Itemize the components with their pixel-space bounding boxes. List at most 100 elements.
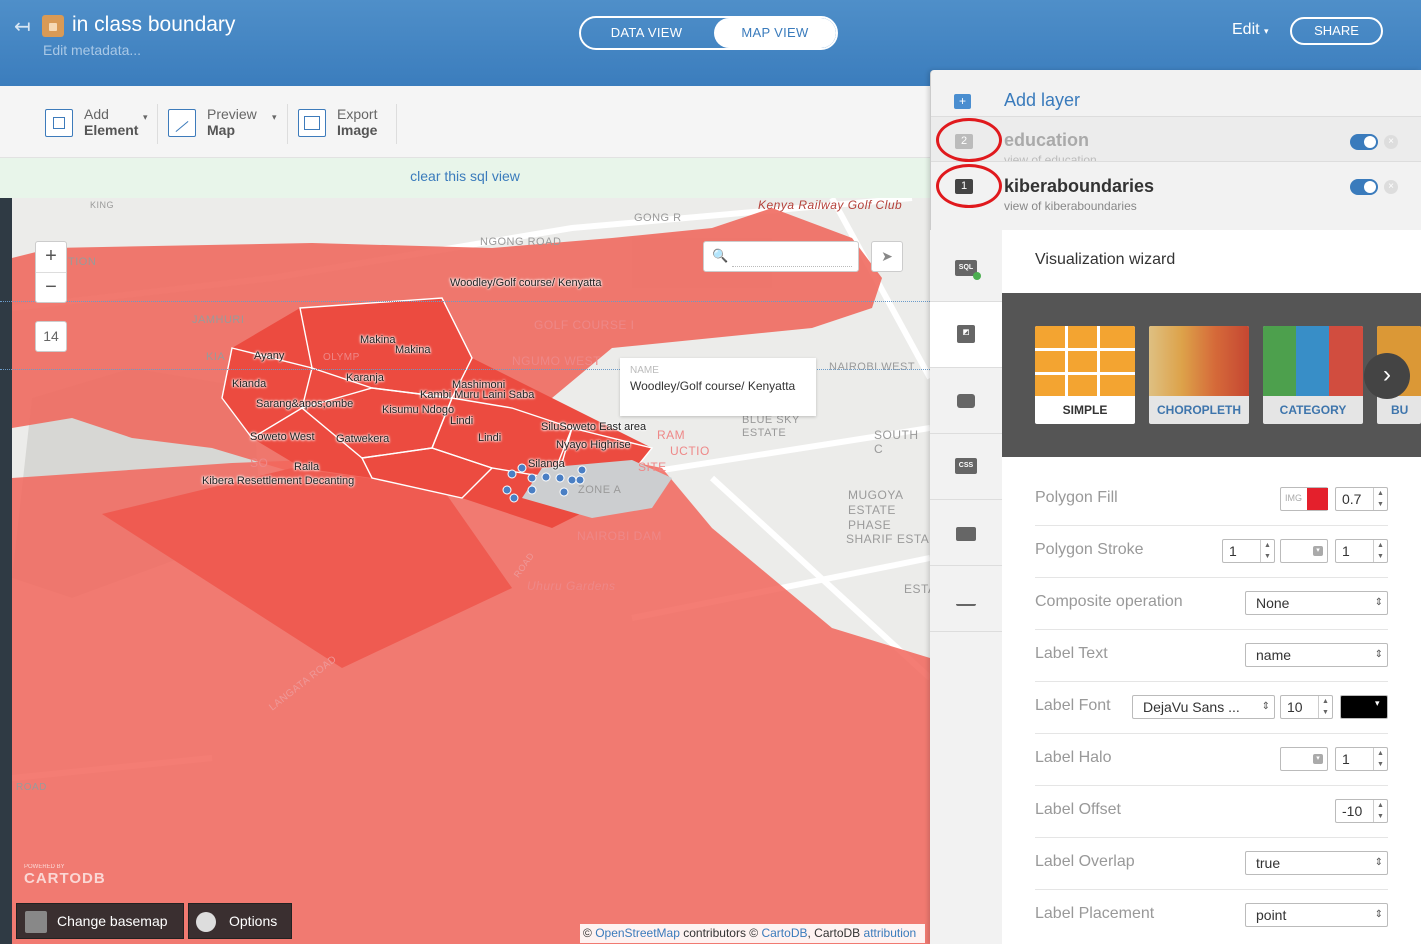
simple-type-label: SIMPLE — [1062, 403, 1108, 417]
clear-sql-view-link[interactable]: clear this sql view — [410, 168, 520, 184]
stepper-icon[interactable]: ▲ ▼ — [1373, 748, 1387, 770]
filter-tab[interactable] — [930, 566, 1002, 632]
label-placement-select[interactable]: point — [1245, 903, 1388, 927]
change-basemap-label: Change basemap — [57, 913, 168, 929]
category-type-card[interactable]: CATEGORY — [1263, 326, 1363, 424]
row-label: Label Halo — [1035, 749, 1112, 766]
sql-tab[interactable]: SQL — [930, 236, 1002, 302]
stroke-opacity-input[interactable]: 1 ▲ ▼ — [1335, 539, 1388, 563]
village-label: Karanja — [346, 372, 384, 384]
polygon-fill-opacity-input[interactable]: 0.7 ▲ ▼ — [1335, 487, 1388, 511]
chevron-down-icon: ▾ — [1313, 754, 1323, 764]
legend-tab[interactable] — [930, 500, 1002, 566]
halo-size-value: 1 — [1342, 751, 1350, 767]
back-arrow-icon[interactable]: ↤ — [14, 14, 31, 39]
css-icon: CSS — [955, 458, 977, 474]
stepper-icon[interactable]: ▲ ▼ — [1373, 488, 1387, 510]
close-icon[interactable]: × — [1384, 180, 1398, 194]
add-element-button[interactable]: Add Element ▾ — [45, 106, 155, 140]
edit-metadata-link[interactable]: Edit metadata... — [43, 42, 141, 58]
gear-icon — [196, 912, 216, 932]
label-offset-input[interactable]: -10 ▲ ▼ — [1335, 799, 1388, 823]
stroke-color-picker[interactable]: ▾ — [1280, 539, 1328, 563]
composite-operation-select[interactable]: None — [1245, 591, 1388, 615]
village-label: Sarang&apos;ombe — [256, 398, 354, 410]
attribution-text: © — [583, 926, 592, 940]
export-image-label-2: Image — [337, 122, 378, 138]
export-image-button[interactable]: Export Image — [298, 106, 393, 140]
stepper-icon[interactable]: ▲ ▼ — [1373, 540, 1387, 562]
label-size-value: 10 — [1287, 699, 1303, 715]
village-label: Kambi Muru Laini Saba — [420, 389, 535, 401]
village-label: Gatwekera — [336, 433, 390, 445]
share-button[interactable]: SHARE — [1290, 17, 1383, 45]
locate-icon[interactable]: ➤ — [871, 241, 903, 272]
css-tab[interactable]: CSS — [930, 434, 1002, 500]
halo-size-input[interactable]: 1 ▲ ▼ — [1335, 747, 1388, 771]
row-label: Polygon Fill — [1035, 489, 1118, 506]
label-text-select[interactable]: name — [1245, 643, 1388, 667]
options-button[interactable]: Options — [188, 903, 292, 939]
infowindow-tab[interactable] — [930, 368, 1002, 434]
layer-subtitle: view of kiberaboundaries — [1004, 199, 1137, 213]
polygon-fill-color-picker[interactable]: IMG — [1280, 487, 1328, 511]
caret-down-icon[interactable]: ▾ — [272, 112, 277, 123]
preview-map-button[interactable]: Preview Map ▾ — [168, 106, 283, 140]
toolbar-divider — [157, 104, 158, 144]
zoom-control: + − — [35, 241, 67, 303]
stroke-width-input[interactable]: 1 ▲ ▼ — [1222, 539, 1275, 563]
label-color-picker[interactable]: ▾ — [1340, 695, 1388, 719]
halo-color-picker[interactable]: ▾ — [1280, 747, 1328, 771]
village-label: SiluSoweto East area — [541, 421, 647, 433]
attribution-text: , CartoDB — [807, 926, 861, 940]
stroke-width-value: 1 — [1229, 543, 1237, 559]
village-label: Lindi — [478, 432, 502, 444]
zoom-out-button[interactable]: − — [36, 272, 66, 302]
zoom-in-button[interactable]: + — [36, 242, 66, 272]
options-label: Options — [229, 913, 278, 929]
map-search-input[interactable] — [732, 247, 852, 267]
label-offset-row: Label Offset -10 ▲ ▼ — [1035, 786, 1388, 838]
export-image-label-1: Export — [337, 106, 378, 122]
label-font-select[interactable]: DejaVu Sans ... — [1132, 695, 1275, 719]
wizard-tab[interactable]: ◩ — [930, 302, 1002, 368]
map-toolbar: Add Element ▾ Preview Map ▾ Export Image — [0, 86, 930, 158]
stepper-icon[interactable]: ▲ ▼ — [1373, 800, 1387, 822]
plus-icon: + — [954, 94, 971, 109]
toolbar-divider — [396, 104, 397, 144]
lock-icon[interactable] — [42, 15, 64, 37]
map-view-tab[interactable]: MAP VIEW — [714, 18, 836, 48]
osm-link[interactable]: OpenStreetMap — [595, 926, 680, 940]
cartodb-logo-text: CARTODB — [24, 870, 106, 887]
wizard-title: Visualization wizard — [1035, 251, 1176, 268]
edit-menu[interactable]: Edit ▾ — [1232, 21, 1269, 39]
choropleth-type-card[interactable]: CHOROPLETH — [1149, 326, 1249, 424]
toolbar-divider — [287, 104, 288, 144]
layer-name[interactable]: education — [1004, 130, 1089, 151]
image-icon — [298, 109, 326, 137]
attribution-link[interactable]: attribution — [864, 926, 917, 940]
stepper-icon[interactable]: ▲ ▼ — [1318, 696, 1332, 718]
dataset-title[interactable]: in class boundary — [72, 13, 235, 37]
status-dot — [973, 272, 981, 280]
caret-down-icon[interactable]: ▾ — [143, 112, 148, 123]
close-icon[interactable]: × — [1384, 135, 1398, 149]
stepper-icon[interactable]: ▲ ▼ — [1260, 540, 1274, 562]
row-label: Label Overlap — [1035, 853, 1135, 870]
layer-item-education[interactable]: 2 education view of education × — [931, 116, 1421, 161]
stroke-opacity-value: 1 — [1342, 543, 1350, 559]
layer-visibility-toggle[interactable] — [1350, 134, 1378, 150]
map-canvas[interactable]: Kenya Railway Golf Club NGONG ROAD GONG … — [12, 198, 930, 944]
data-view-tab[interactable]: DATA VIEW — [581, 18, 712, 48]
edit-label: Edit — [1232, 21, 1260, 38]
layer-name[interactable]: kiberaboundaries — [1004, 176, 1154, 197]
change-basemap-button[interactable]: Change basemap — [16, 903, 184, 939]
image-fill-label: IMG — [1285, 493, 1302, 503]
label-size-input[interactable]: 10 ▲ ▼ — [1280, 695, 1333, 719]
label-overlap-select[interactable]: true — [1245, 851, 1388, 875]
chevron-right-icon[interactable]: › — [1364, 353, 1410, 399]
layer-item-kiberaboundaries[interactable]: 1 kiberaboundaries view of kiberaboundar… — [931, 161, 1421, 231]
simple-type-card[interactable]: SIMPLE — [1035, 326, 1135, 424]
layer-visibility-toggle[interactable] — [1350, 179, 1378, 195]
cartodb-link[interactable]: CartoDB — [761, 926, 807, 940]
